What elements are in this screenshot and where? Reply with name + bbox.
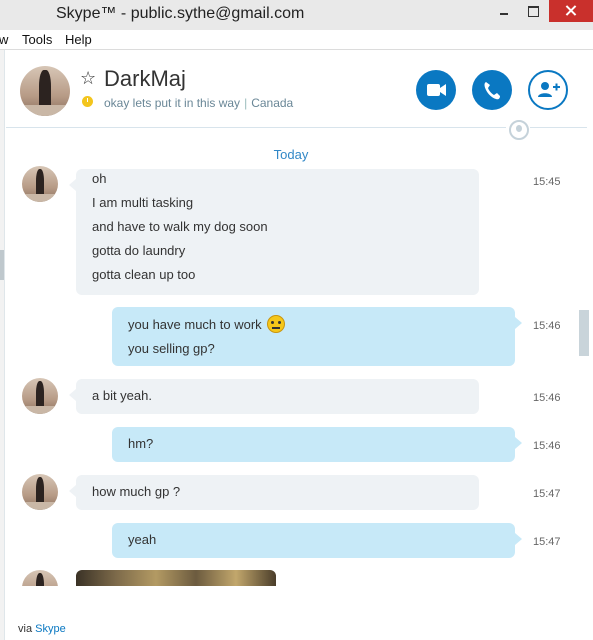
message-line: hm? (128, 436, 154, 451)
message-line: a bit yeah. (92, 388, 152, 403)
message-line: yeah (128, 532, 157, 547)
incoming-message[interactable]: a bit yeah. (69, 379, 479, 414)
message-avatar (22, 474, 58, 510)
outgoing-message[interactable]: yeah (112, 523, 522, 558)
date-separator: Today (273, 147, 309, 162)
message-avatar (22, 166, 58, 202)
message-line: you selling gp? (128, 341, 215, 356)
sidebar-collapse-handle[interactable] (0, 250, 4, 280)
header-divider-right (530, 127, 587, 128)
close-button[interactable] (549, 0, 593, 22)
message-line: how much gp ? (92, 484, 181, 499)
message-avatar (22, 570, 58, 586)
confused-emoji-icon (267, 315, 286, 333)
phone-call-icon (484, 82, 500, 100)
footer-prefix: via (18, 623, 33, 635)
menu-item-help[interactable]: Help (65, 32, 92, 47)
message-line: gotta clean up too (92, 267, 196, 282)
clock-icon (82, 96, 93, 107)
incoming-message[interactable]: how much gp ? (69, 475, 479, 510)
audio-call-button[interactable] (472, 70, 512, 110)
conversation-header: ☆ DarkMaj okay lets put it in this way | C… (6, 50, 593, 138)
chat-history[interactable]: Today oh I am multi tasking and have to … (6, 138, 593, 586)
message-line: and have to walk my dog soon (92, 219, 268, 234)
message-line: oh (92, 171, 107, 186)
add-contact-icon (538, 82, 560, 97)
outgoing-message[interactable]: hm? (112, 427, 522, 462)
window-title: Skype™ - public.sythe@gmail.com (56, 5, 305, 22)
message-timestamp: 15:46 (533, 440, 561, 452)
message-timestamp: 15:45 (533, 176, 561, 188)
add-participants-button[interactable] (528, 70, 568, 110)
incoming-message[interactable]: oh I am multi tasking and have to walk m… (69, 169, 479, 295)
video-call-icon (427, 84, 446, 96)
video-call-button[interactable] (416, 70, 456, 110)
message-line: you have much to work (128, 313, 499, 337)
mood-message: okay lets put it in this way (104, 96, 241, 110)
title-bar: Skype™ - public.sythe@gmail.com (0, 0, 593, 30)
skype-link[interactable]: Skype (35, 623, 66, 635)
message-avatar (22, 378, 58, 414)
menu-bar: w Tools Help (0, 30, 593, 50)
contact-status-line: okay lets put it in this way | Canada (104, 96, 294, 110)
contact-name[interactable]: DarkMaj (104, 66, 186, 92)
message-timestamp: 15:46 (533, 320, 561, 332)
maximize-button[interactable] (517, 0, 547, 22)
minimize-button[interactable] (490, 0, 517, 22)
message-timestamp: 15:47 (533, 536, 561, 548)
message-line: gotta do laundry (92, 243, 186, 258)
message-timestamp: 15:47 (533, 488, 561, 500)
outgoing-message[interactable]: you have much to work you selling gp? (112, 307, 522, 366)
chat-scrollbar-thumb[interactable] (579, 310, 589, 356)
contact-avatar[interactable] (20, 66, 70, 116)
menu-item-tools[interactable]: Tools (22, 32, 52, 47)
star-icon[interactable]: ☆ (80, 68, 96, 89)
header-divider (6, 127, 506, 128)
contact-location: Canada (251, 96, 294, 110)
footer-via: via Skype (18, 623, 66, 635)
image-message-thumbnail[interactable] (76, 570, 276, 586)
message-timestamp: 15:46 (533, 392, 561, 404)
globe-icon[interactable] (509, 120, 529, 140)
message-line: I am multi tasking (92, 195, 194, 210)
sidebar-edge (0, 50, 5, 640)
menu-item-view[interactable]: w (0, 32, 8, 47)
